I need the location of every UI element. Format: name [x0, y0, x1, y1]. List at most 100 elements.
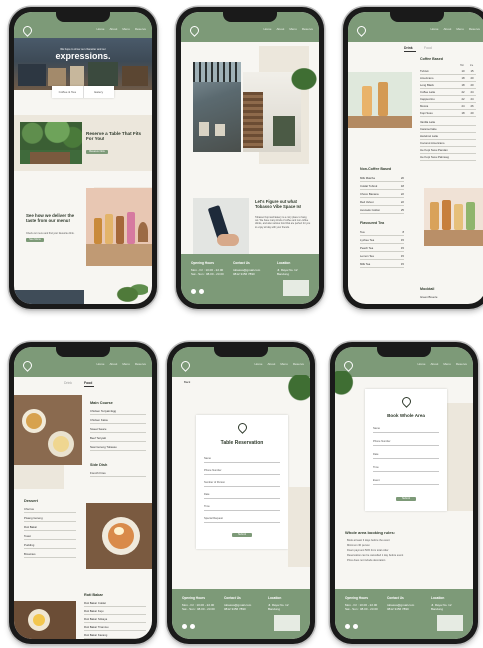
item-name: Roti Bakar Tiramisu	[84, 625, 109, 629]
map-thumbnail[interactable]	[274, 615, 300, 631]
item-name: Roti Bakar Kacang	[84, 633, 108, 637]
nav-home[interactable]: Home	[430, 27, 438, 31]
nav-reserve[interactable]: Reserve	[456, 362, 467, 366]
menu-row: Peach Tea 15	[360, 246, 404, 250]
nav-about[interactable]: About	[443, 27, 451, 31]
instagram-icon[interactable]	[182, 624, 187, 629]
field-input-line[interactable]	[373, 432, 439, 433]
nav-reserve[interactable]: Reserve	[293, 362, 304, 366]
see-menu-button[interactable]: See Menu	[26, 238, 44, 242]
form-field[interactable]: Date	[204, 493, 280, 499]
leaf-logo-icon[interactable]	[342, 359, 355, 372]
side-dish-title: Side Dish	[90, 463, 108, 467]
nav-menu[interactable]: Menu	[122, 362, 130, 366]
nav-menu[interactable]: Menu	[289, 27, 297, 31]
row-divider	[420, 88, 476, 89]
map-thumbnail[interactable]	[437, 615, 463, 631]
field-input-line[interactable]	[204, 498, 280, 499]
field-input-line[interactable]	[373, 484, 439, 485]
form-field[interactable]: Date	[373, 453, 439, 459]
field-input-line[interactable]	[204, 474, 280, 475]
submit-reservation-button[interactable]: Submit	[232, 533, 252, 537]
reserve-now-button[interactable]: Reserve Now	[86, 150, 108, 154]
nav-about[interactable]: About	[276, 27, 284, 31]
field-input-line[interactable]	[204, 510, 280, 511]
nav-home[interactable]: Home	[254, 362, 262, 366]
tab-food[interactable]: Food	[424, 46, 432, 51]
nav-reserve[interactable]: Reserve	[135, 362, 146, 366]
leaf-logo-icon[interactable]	[355, 24, 368, 37]
nav-home[interactable]: Home	[96, 362, 104, 366]
nav-home[interactable]: Home	[417, 362, 425, 366]
footer-contact: Contact Us tobasso@gmail.com 0812 3456 789…	[387, 596, 415, 612]
leaf-logo-icon[interactable]	[21, 359, 34, 372]
form-field[interactable]: Name	[373, 427, 439, 433]
nav-about[interactable]: About	[430, 362, 438, 366]
whatsapp-icon[interactable]	[199, 289, 204, 294]
instagram-icon[interactable]	[345, 624, 350, 629]
phone-menu-drink: Home About Menu Reserve Drink Food Coffe…	[343, 7, 483, 309]
food-bg-block	[14, 465, 64, 489]
form-field[interactable]: Special Request	[204, 517, 280, 523]
leaf-logo-icon[interactable]	[188, 24, 201, 37]
form-field[interactable]: Event	[373, 479, 439, 485]
phone-notch	[56, 347, 110, 357]
row-divider	[360, 189, 404, 190]
nav-menu[interactable]: Menu	[122, 27, 130, 31]
nav-about[interactable]: About	[109, 27, 117, 31]
tab-drink[interactable]: Drink	[64, 381, 72, 386]
nav-menu[interactable]: Menu	[280, 362, 288, 366]
form-field[interactable]: Number of Person	[204, 481, 280, 487]
row-divider	[24, 512, 76, 513]
tab-drink[interactable]: Drink	[404, 46, 413, 51]
nav-reserve[interactable]: Reserve	[469, 27, 480, 31]
menu-row: Roti Bakar	[24, 525, 76, 529]
field-input-line[interactable]	[373, 445, 439, 446]
coffee-row: Cappuccino 22 24	[420, 97, 476, 101]
nav-home[interactable]: Home	[263, 27, 271, 31]
leaf-logo-icon[interactable]	[179, 359, 192, 372]
nav-about[interactable]: About	[109, 362, 117, 366]
row-divider	[420, 74, 476, 75]
field-input-line[interactable]	[204, 522, 280, 523]
whatsapp-icon[interactable]	[353, 624, 358, 629]
about-title: Let's Figure out what Tobasso Vibe Space…	[255, 199, 302, 209]
field-input-line[interactable]	[373, 471, 439, 472]
field-input-line[interactable]	[204, 462, 280, 463]
form-field[interactable]: Time	[373, 466, 439, 472]
roti-title: Roti Bakar	[84, 593, 103, 597]
nav-reserve[interactable]: Reserve	[302, 27, 313, 31]
nav-about[interactable]: About	[267, 362, 275, 366]
social-icons	[182, 624, 195, 629]
instagram-icon[interactable]	[191, 289, 196, 294]
menu-row: Avocado Coklat 25	[360, 208, 404, 212]
coffee-name: Tubruk	[420, 69, 429, 73]
bottom-photo	[14, 290, 84, 304]
submit-book-area-button[interactable]: Submit	[396, 497, 416, 501]
tab-food[interactable]: Food	[84, 381, 92, 386]
item-name: French Fries	[90, 471, 106, 475]
field-input-line[interactable]	[204, 486, 280, 487]
form-field[interactable]: Name	[204, 457, 280, 463]
map-thumbnail[interactable]	[283, 280, 309, 296]
menu-row: Toast	[24, 534, 76, 538]
nav-menu[interactable]: Menu	[456, 27, 464, 31]
nav-reserve[interactable]: Reserve	[135, 27, 146, 31]
form-field[interactable]: Phone Number	[373, 440, 439, 446]
footer-hours: Opening Hours Mon - Fri : 10.00 - 22.00 Sa…	[191, 261, 224, 277]
back-link[interactable]: Back	[184, 380, 190, 385]
whatsapp-icon[interactable]	[190, 624, 195, 629]
leaf-logo-icon[interactable]	[21, 24, 34, 37]
form-field[interactable]: Phone Number	[204, 469, 280, 475]
form-field[interactable]: Time	[204, 505, 280, 511]
reservation-title: Table Reservation	[220, 440, 264, 446]
item-name: Lemon Tea	[360, 254, 374, 258]
coffee-name: Ice Kopi Susu Palmsug	[420, 155, 449, 159]
nav-menu[interactable]: Menu	[443, 362, 451, 366]
row-divider	[24, 539, 76, 540]
nav-home[interactable]: Home	[96, 27, 104, 31]
nav-bar: Home About Menu Reserve	[96, 27, 146, 31]
rule-item: Reservation can be cancelled 1 day befor…	[347, 554, 404, 557]
coffee-row: Long Black 18 20	[420, 83, 476, 87]
field-input-line[interactable]	[373, 458, 439, 459]
